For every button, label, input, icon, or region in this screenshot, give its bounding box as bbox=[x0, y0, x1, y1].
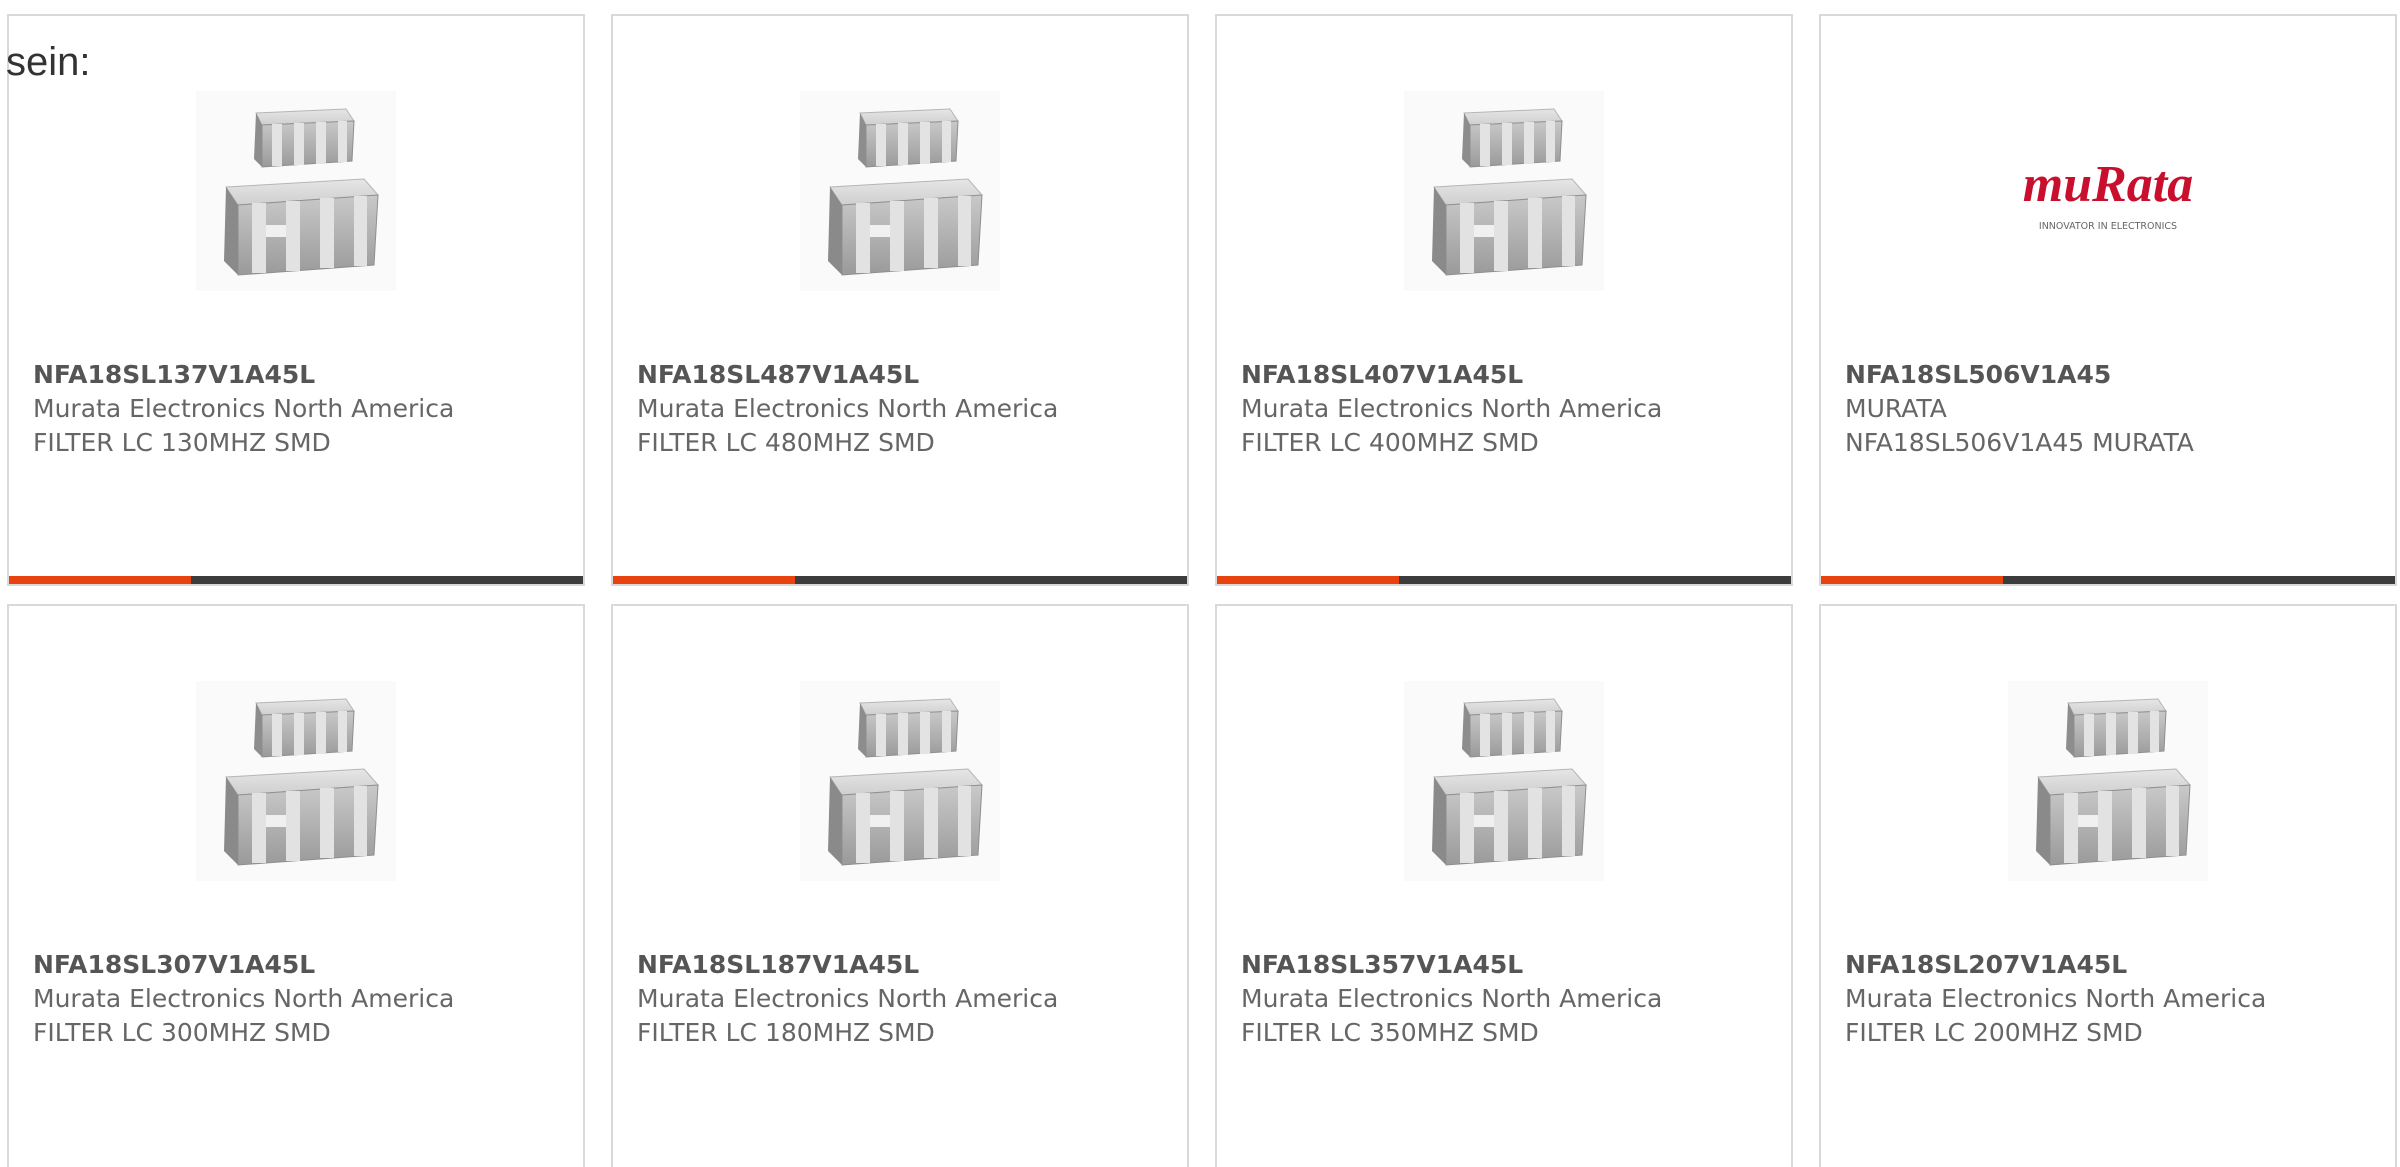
smd-filter-chip-image bbox=[1404, 681, 1604, 881]
product-card[interactable]: NFA18SL407V1A45L Murata Electronics Nort… bbox=[1215, 14, 1793, 586]
product-info: NFA18SL207V1A45L Murata Electronics Nort… bbox=[1845, 948, 2379, 1050]
product-card[interactable]: NFA18SL207V1A45L Murata Electronics Nort… bbox=[1819, 604, 2397, 1167]
card-bar-accent bbox=[1217, 576, 1399, 584]
smd-filter-chip-image bbox=[800, 91, 1000, 291]
product-info: NFA18SL187V1A45L Murata Electronics Nort… bbox=[637, 948, 1171, 1050]
murata-logo-tagline: INNOVATOR IN ELECTRONICS bbox=[2039, 221, 2177, 232]
product-card[interactable]: NFA18SL187V1A45L Murata Electronics Nort… bbox=[611, 604, 1189, 1167]
part-number[interactable]: NFA18SL137V1A45L bbox=[33, 358, 567, 392]
part-number[interactable]: NFA18SL187V1A45L bbox=[637, 948, 1171, 982]
part-number[interactable]: NFA18SL357V1A45L bbox=[1241, 948, 1775, 982]
smd-filter-chip-image bbox=[1404, 91, 1604, 291]
manufacturer: Murata Electronics North America bbox=[1241, 394, 1663, 423]
card-bar-accent bbox=[9, 576, 191, 584]
manufacturer: Murata Electronics North America bbox=[33, 394, 455, 423]
manufacturer: Murata Electronics North America bbox=[637, 394, 1059, 423]
product-card[interactable]: muRata INNOVATOR IN ELECTRONICS NFA18SL5… bbox=[1819, 14, 2397, 586]
manufacturer: Murata Electronics North America bbox=[637, 984, 1059, 1013]
card-bar-accent bbox=[613, 576, 795, 584]
manufacturer: Murata Electronics North America bbox=[1241, 984, 1663, 1013]
product-description: FILTER LC 350MHZ SMD bbox=[1241, 1018, 1539, 1047]
card-bar-accent bbox=[1821, 576, 2003, 584]
part-number[interactable]: NFA18SL407V1A45L bbox=[1241, 358, 1775, 392]
intro-text: sein: bbox=[6, 40, 91, 84]
product-description: FILTER LC 130MHZ SMD bbox=[33, 428, 331, 457]
smd-filter-chip-image bbox=[800, 681, 1000, 881]
card-bottom-bar bbox=[1217, 576, 1791, 584]
product-card[interactable]: NFA18SL137V1A45L Murata Electronics Nort… bbox=[7, 14, 585, 586]
product-description: FILTER LC 200MHZ SMD bbox=[1845, 1018, 2143, 1047]
product-description: FILTER LC 300MHZ SMD bbox=[33, 1018, 331, 1047]
product-info: NFA18SL357V1A45L Murata Electronics Nort… bbox=[1241, 948, 1775, 1050]
product-card[interactable]: NFA18SL487V1A45L Murata Electronics Nort… bbox=[611, 14, 1189, 586]
product-info: NFA18SL137V1A45L Murata Electronics Nort… bbox=[33, 358, 567, 460]
product-description: FILTER LC 180MHZ SMD bbox=[637, 1018, 935, 1047]
part-number[interactable]: NFA18SL506V1A45 bbox=[1845, 358, 2379, 392]
card-bottom-bar bbox=[9, 576, 583, 584]
murata-logo-wordmark: muRata bbox=[2023, 156, 2194, 213]
manufacturer: Murata Electronics North America bbox=[1845, 984, 2267, 1013]
part-number[interactable]: NFA18SL307V1A45L bbox=[33, 948, 567, 982]
product-grid-page: sein: NFA18SL137V1A45L Murata Electronic… bbox=[0, 0, 2400, 1167]
product-description: NFA18SL506V1A45 MURATA bbox=[1845, 428, 2194, 457]
smd-filter-chip-image bbox=[196, 91, 396, 291]
smd-filter-chip-image bbox=[2008, 681, 2208, 881]
product-info: NFA18SL407V1A45L Murata Electronics Nort… bbox=[1241, 358, 1775, 460]
product-card[interactable]: NFA18SL357V1A45L Murata Electronics Nort… bbox=[1215, 604, 1793, 1167]
product-info: NFA18SL307V1A45L Murata Electronics Nort… bbox=[33, 948, 567, 1050]
manufacturer: Murata Electronics North America bbox=[33, 984, 455, 1013]
murata-logo: muRata INNOVATOR IN ELECTRONICS bbox=[2023, 156, 2194, 232]
product-info: NFA18SL506V1A45 MURATA NFA18SL506V1A45 M… bbox=[1845, 358, 2379, 460]
smd-filter-chip-image bbox=[196, 681, 396, 881]
part-number[interactable]: NFA18SL487V1A45L bbox=[637, 358, 1171, 392]
card-bottom-bar bbox=[613, 576, 1187, 584]
part-number[interactable]: NFA18SL207V1A45L bbox=[1845, 948, 2379, 982]
product-card[interactable]: NFA18SL307V1A45L Murata Electronics Nort… bbox=[7, 604, 585, 1167]
product-info: NFA18SL487V1A45L Murata Electronics Nort… bbox=[637, 358, 1171, 460]
product-description: FILTER LC 400MHZ SMD bbox=[1241, 428, 1539, 457]
card-bottom-bar bbox=[1821, 576, 2395, 584]
product-description: FILTER LC 480MHZ SMD bbox=[637, 428, 935, 457]
manufacturer: MURATA bbox=[1845, 394, 1947, 423]
